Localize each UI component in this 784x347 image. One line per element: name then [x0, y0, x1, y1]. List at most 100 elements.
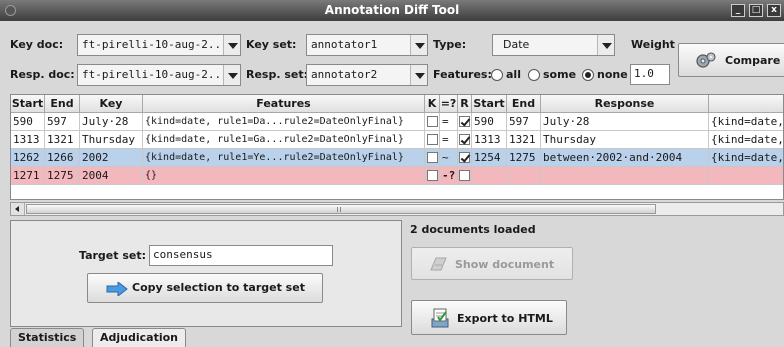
table-row-selected[interactable]: 1262 1266 2002 {kind=date, rule1=Ye...ru… [11, 149, 783, 167]
resp-set-label: Resp. set: [246, 68, 309, 81]
grip-icon [337, 207, 341, 212]
k-checkbox[interactable] [427, 170, 438, 181]
documents-loaded-status: 2 documents loaded [410, 223, 536, 236]
key-set-select[interactable]: annotator1 [306, 34, 428, 56]
export-icon [431, 308, 449, 328]
scrollbar-thumb[interactable] [26, 204, 656, 214]
key-end-cell: 1321 [45, 131, 80, 149]
key-text-cell: 2004 [80, 167, 143, 185]
type-label: Type: [433, 38, 467, 51]
match-cell: -? [440, 167, 458, 185]
title-bar: Annotation Diff Tool _ □ x [0, 0, 784, 21]
export-html-button[interactable]: Export to HTML [411, 300, 567, 335]
tab-adjudication[interactable]: Adjudication [92, 328, 186, 347]
resp-end-cell: 597 [507, 113, 541, 131]
copy-selection-button[interactable]: Copy selection to target set [87, 273, 323, 303]
k-checkbox-cell[interactable] [425, 149, 440, 167]
r-checkbox-cell[interactable] [458, 167, 472, 185]
resp-features-cell: {kind=date, [709, 113, 783, 131]
close-button[interactable]: x [767, 4, 781, 17]
resp-set-select[interactable]: annotator2 [306, 64, 428, 86]
k-checkbox[interactable] [427, 134, 438, 145]
col-key-end[interactable]: End [45, 95, 80, 113]
col-resp-features[interactable] [709, 95, 783, 113]
table-header: Start End Key Features K =? R Start End … [11, 95, 783, 113]
target-set-label: Target set: [79, 249, 147, 262]
features-label: Features: [433, 68, 492, 81]
resp-features-cell [709, 167, 783, 185]
k-checkbox-cell[interactable] [425, 167, 440, 185]
type-value: Date [503, 38, 530, 51]
features-radio-none[interactable] [582, 69, 594, 81]
r-checkbox[interactable] [459, 152, 470, 163]
col-match[interactable]: =? [440, 95, 458, 113]
key-text-cell: Thursday [80, 131, 143, 149]
response-text-cell: July·28 [541, 113, 709, 131]
key-set-value: annotator1 [311, 38, 378, 51]
key-doc-select[interactable]: ft-pirelli-10-aug-2... [77, 34, 241, 56]
minimize-button[interactable]: _ [731, 4, 745, 17]
r-checkbox-cell[interactable] [458, 131, 472, 149]
tab-statistics[interactable]: Statistics [10, 328, 85, 347]
maximize-button[interactable]: □ [749, 4, 763, 17]
col-resp-end[interactable]: End [507, 95, 541, 113]
col-response[interactable]: Response [541, 95, 709, 113]
match-cell: = [440, 113, 458, 131]
key-features-cell: {kind=date, rule1=Ye...rule2=DateOnlyFin… [143, 149, 425, 167]
weight-input[interactable]: 1.0 [630, 64, 670, 85]
r-checkbox-cell[interactable] [458, 113, 472, 131]
key-end-cell: 597 [45, 113, 80, 131]
resp-start-cell: 590 [472, 113, 507, 131]
table-row[interactable]: 1313 1321 Thursday {kind=date, rule1=Ga.… [11, 131, 783, 149]
col-key-features[interactable]: Features [143, 95, 425, 113]
resp-end-cell: 1275 [507, 149, 541, 167]
r-checkbox[interactable] [459, 116, 470, 127]
resp-doc-select[interactable]: ft-pirelli-10-aug-2... [77, 64, 241, 86]
chevron-down-icon [410, 35, 427, 55]
chevron-down-icon [223, 65, 240, 85]
r-checkbox[interactable] [459, 134, 470, 145]
resp-doc-value: ft-pirelli-10-aug-2... [82, 68, 228, 81]
window-title: Annotation Diff Tool [324, 3, 460, 17]
chevron-down-icon [223, 35, 240, 55]
scroll-left-icon[interactable] [11, 203, 25, 215]
response-text-cell [541, 167, 709, 185]
table-row-missing[interactable]: 1271 1275 2004 {} -? [11, 167, 783, 185]
key-end-cell: 1266 [45, 149, 80, 167]
resp-start-cell [472, 167, 507, 185]
col-resp-start[interactable]: Start [472, 95, 507, 113]
show-document-button[interactable]: Show document [411, 247, 573, 280]
key-doc-label: Key doc: [10, 38, 64, 51]
key-features-cell: {kind=date, rule1=Da...rule2=DateOnlyFin… [143, 113, 425, 131]
horizontal-scrollbar[interactable] [10, 202, 784, 216]
key-start-cell: 1313 [11, 131, 45, 149]
k-checkbox-cell[interactable] [425, 131, 440, 149]
r-checkbox-cell[interactable] [458, 149, 472, 167]
col-key-start[interactable]: Start [11, 95, 45, 113]
compare-button[interactable]: Compare [678, 43, 784, 77]
key-start-cell: 590 [11, 113, 45, 131]
features-radio-all[interactable] [491, 69, 503, 81]
key-start-cell: 1271 [11, 167, 45, 185]
r-checkbox[interactable] [459, 170, 470, 181]
col-r[interactable]: R [458, 95, 472, 113]
weight-label: Weight [631, 38, 675, 51]
adjudication-panel: Target set: consensus Copy selection to … [10, 220, 402, 327]
export-html-label: Export to HTML [457, 312, 553, 325]
k-checkbox-cell[interactable] [425, 113, 440, 131]
target-set-input[interactable]: consensus [149, 245, 333, 266]
chevron-down-icon [597, 35, 614, 55]
key-features-cell: {kind=date, rule1=Ga...rule2=DateOnlyFin… [143, 131, 425, 149]
arrow-right-icon [106, 282, 128, 296]
diff-table[interactable]: Start End Key Features K =? R Start End … [10, 94, 784, 200]
table-row[interactable]: 590 597 July·28 {kind=date, rule1=Da...r… [11, 113, 783, 131]
type-select[interactable]: Date [492, 34, 615, 56]
col-k[interactable]: K [425, 95, 440, 113]
features-radio-some[interactable] [528, 69, 540, 81]
resp-set-value: annotator2 [311, 68, 378, 81]
chevron-down-icon [410, 65, 427, 85]
k-checkbox[interactable] [427, 152, 438, 163]
k-checkbox[interactable] [427, 116, 438, 127]
match-cell: ~ [440, 149, 458, 167]
col-key[interactable]: Key [80, 95, 143, 113]
